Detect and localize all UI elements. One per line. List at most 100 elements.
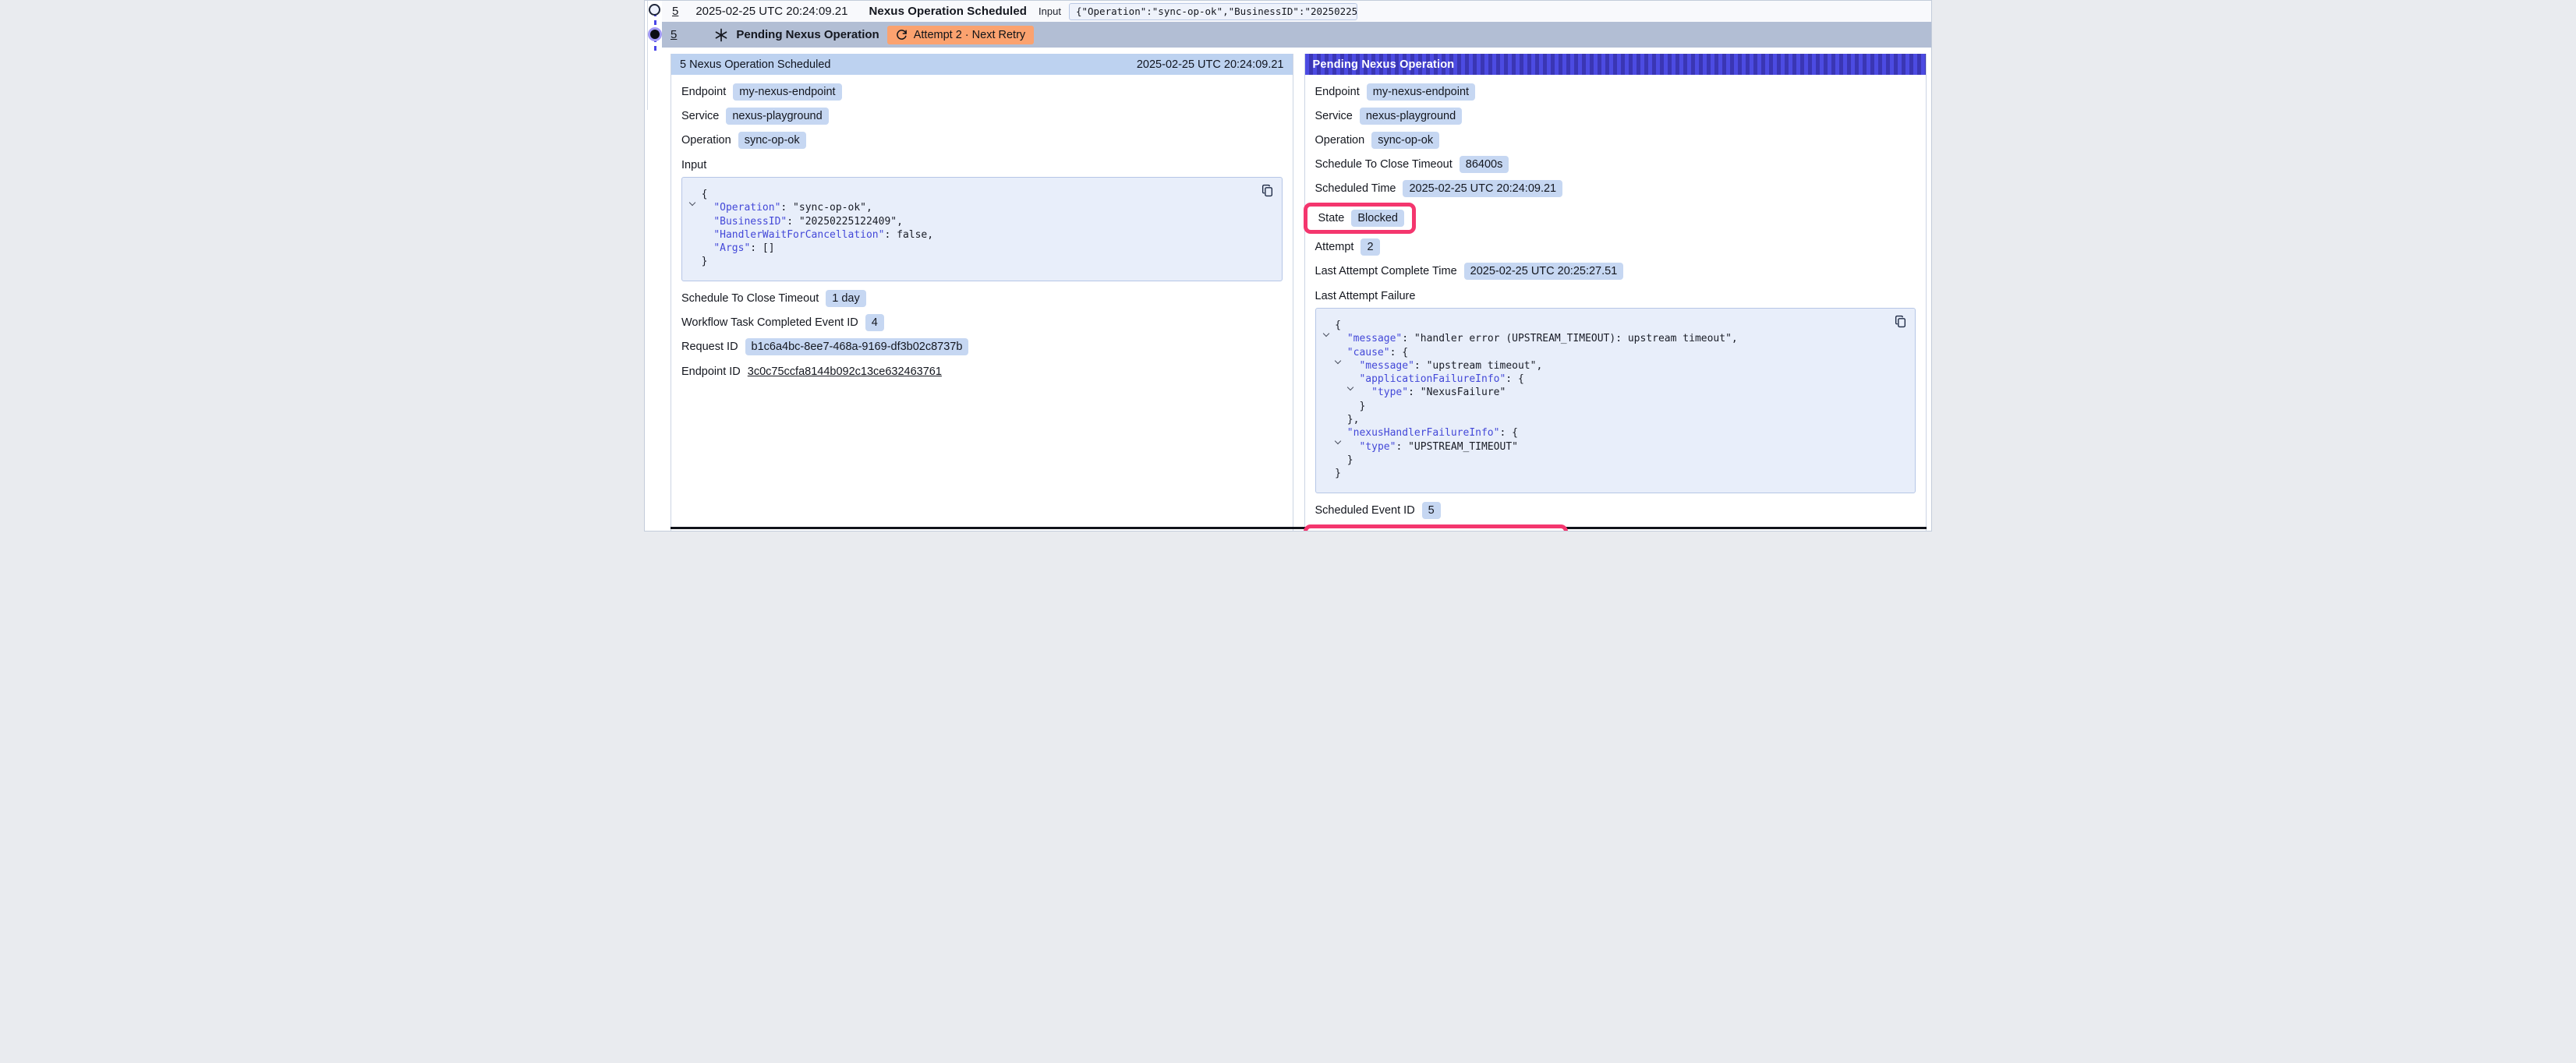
json-text: : "handler error (UPSTREAM_TIMEOUT): ups… [1402, 333, 1737, 344]
json-text [689, 242, 713, 254]
json-text [1323, 427, 1336, 439]
field-attempt: Attempt 2 [1315, 238, 1916, 256]
scheduled-panel-body: Endpoint my-nexus-endpoint Service nexus… [671, 75, 1293, 378]
field-endpoint: Endpoint my-nexus-endpoint [1315, 83, 1916, 101]
field-value-chip: nexus-playground [726, 108, 828, 125]
json-text: } [1323, 454, 1353, 466]
json-line: } [1323, 454, 1905, 467]
blocked-reason-highlight-box: Blocked Reason The circuit breaker is op… [1304, 524, 1568, 532]
json-text [1341, 347, 1347, 358]
field-value-chip: 2 [1361, 238, 1379, 256]
event-timestamp: 2025-02-25 UTC 20:24:09.21 [695, 5, 847, 18]
timeline-node-open-icon[interactable] [649, 4, 660, 16]
state-value-chip: Blocked [1351, 210, 1404, 227]
field-schedule-to-close-timeout: Schedule To Close Timeout 1 day [681, 290, 1283, 307]
event-row-scheduled[interactable]: 5 2025-02-25 UTC 20:24:09.21 Nexus Opera… [662, 1, 1931, 22]
json-key: "BusinessID" [713, 216, 787, 228]
json-text: : "20250225122409", [787, 216, 903, 228]
pending-operation-panel: Pending Nexus Operation Endpoint my-nexu… [1304, 54, 1927, 531]
field-value-chip: sync-op-ok [738, 132, 806, 149]
endpoint-id-link[interactable]: 3c0c75ccfa8144b092c13ce632463761 [748, 366, 942, 378]
field-value-chip: 4 [865, 314, 884, 331]
json-line: "type": "NexusFailure" [1323, 386, 1905, 399]
json-text: : false, [884, 229, 933, 241]
field-value-chip: 86400s [1460, 156, 1509, 173]
field-label: Endpoint [1315, 86, 1360, 98]
field-label: State [1318, 212, 1345, 224]
field-value-chip: b1c6a4bc-8ee7-468a-9169-df3b02c8737b [745, 338, 969, 355]
json-text [1323, 387, 1372, 398]
json-text: }, [1323, 414, 1360, 426]
field-workflow-task-completed-event-id: Workflow Task Completed Event ID 4 [681, 314, 1283, 331]
json-text: : [] [750, 242, 774, 254]
field-label: Operation [1315, 134, 1365, 147]
pending-event-title: Pending Nexus Operation [736, 28, 879, 41]
input-label: Input [1039, 5, 1061, 17]
json-text: { [1329, 320, 1341, 331]
field-scheduled-event-id: Scheduled Event ID 5 [1315, 502, 1916, 519]
copy-icon[interactable] [1894, 315, 1907, 328]
field-value-chip: 5 [1422, 502, 1441, 519]
event-id-link[interactable]: 5 [672, 5, 678, 18]
copy-icon[interactable] [1261, 184, 1274, 197]
json-text: : "NexusFailure" [1408, 387, 1506, 398]
json-key: "cause" [1347, 347, 1390, 358]
event-row-pending[interactable]: 5 Pending Nexus Operation Attempt 2 · Ne… [662, 22, 1931, 48]
retry-badge-label: Attempt 2 · Next Retry [914, 29, 1025, 41]
json-text: : "UPSTREAM_TIMEOUT" [1396, 441, 1518, 453]
json-line: "message": "handler error (UPSTREAM_TIME… [1323, 332, 1905, 345]
field-value-chip: my-nexus-endpoint [1367, 83, 1475, 101]
field-label: Operation [681, 134, 731, 147]
field-label: Service [1315, 110, 1353, 122]
field-state: State Blocked [1318, 210, 1404, 227]
json-line: }, [1323, 413, 1905, 426]
field-label: Endpoint [681, 86, 726, 98]
scheduled-panel-time: 2025-02-25 UTC 20:24:09.21 [1137, 58, 1284, 71]
pending-event-id-link[interactable]: 5 [671, 28, 677, 41]
json-line: "message": "upstream timeout", [1323, 359, 1905, 373]
scheduled-event-panel: 5 Nexus Operation Scheduled 2025-02-25 U… [671, 54, 1293, 531]
retry-badge: Attempt 2 · Next Retry [887, 26, 1034, 44]
field-label: Scheduled Time [1315, 182, 1396, 195]
json-text: : "upstream timeout", [1414, 360, 1542, 372]
json-key: "applicationFailureInfo" [1359, 373, 1506, 385]
failure-section-label: Last Attempt Failure [1315, 290, 1916, 302]
json-key: "message" [1347, 333, 1402, 344]
json-key: "Operation" [713, 202, 780, 214]
timeline-node-current-icon[interactable] [650, 30, 660, 39]
field-operation: Operation sync-op-ok [681, 132, 1283, 149]
json-line: "Operation": "sync-op-ok", [689, 201, 1271, 214]
event-detail-panels: 5 Nexus Operation Scheduled 2025-02-25 U… [671, 54, 1927, 531]
json-key: "type" [1359, 441, 1396, 453]
field-schedule-to-close-timeout: Schedule To Close Timeout 86400s [1315, 156, 1916, 173]
json-line: "type": "UPSTREAM_TIMEOUT" [1323, 440, 1905, 454]
field-label: Attempt [1315, 241, 1354, 253]
json-line: "applicationFailureInfo": { [1323, 373, 1905, 386]
field-value-chip: 2025-02-25 UTC 20:24:09.21 [1403, 180, 1562, 197]
timeline-gutter [645, 1, 662, 532]
field-label: Schedule To Close Timeout [1315, 158, 1453, 171]
event-history-view: 5 2025-02-25 UTC 20:24:09.21 Nexus Opera… [644, 0, 1932, 532]
field-last-attempt-complete-time: Last Attempt Complete Time 2025-02-25 UT… [1315, 263, 1916, 280]
json-line: "HandlerWaitForCancellation": false, [689, 228, 1271, 242]
json-key: "nexusHandlerFailureInfo" [1347, 427, 1500, 439]
field-value-chip: 1 day [826, 290, 865, 307]
json-text: : { [1390, 347, 1408, 358]
state-highlight-box: State Blocked [1304, 203, 1416, 234]
field-label: Workflow Task Completed Event ID [681, 316, 858, 329]
field-service: Service nexus-playground [681, 108, 1283, 125]
field-request-id: Request ID b1c6a4bc-8ee7-468a-9169-df3b0… [681, 338, 1283, 355]
event-rows: 5 2025-02-25 UTC 20:24:09.21 Nexus Opera… [662, 1, 1931, 48]
failure-json-block: { "message": "handler error (UPSTREAM_TI… [1315, 308, 1916, 493]
pending-asterisk-icon [714, 28, 728, 42]
json-line: "Args": [] [689, 242, 1271, 255]
json-text [689, 216, 713, 228]
json-text [1323, 360, 1360, 372]
gutter-divider [647, 1, 648, 110]
input-json-block: { "Operation": "sync-op-ok", "BusinessID… [681, 177, 1283, 281]
field-label: Endpoint ID [681, 366, 741, 378]
json-text [1323, 441, 1360, 453]
field-operation: Operation sync-op-ok [1315, 132, 1916, 149]
json-text: } [1323, 401, 1366, 412]
field-scheduled-time: Scheduled Time 2025-02-25 UTC 20:24:09.2… [1315, 180, 1916, 197]
